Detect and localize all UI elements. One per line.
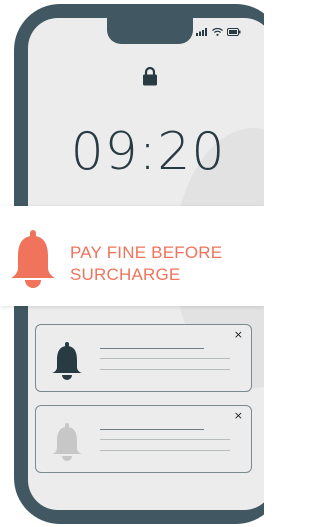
bell-icon bbox=[11, 230, 55, 288]
placeholder-line bbox=[100, 348, 204, 349]
notification-card[interactable]: × bbox=[35, 324, 252, 392]
alert-banner[interactable]: PAY FINE BEFORE SURCHARGE bbox=[0, 206, 264, 306]
placeholder-line bbox=[100, 369, 230, 370]
placeholder-line bbox=[100, 429, 204, 430]
alert-message: PAY FINE BEFORE SURCHARGE bbox=[70, 243, 223, 284]
notification-card[interactable]: × bbox=[35, 405, 252, 473]
signal-icon bbox=[196, 28, 207, 36]
status-bar bbox=[196, 28, 241, 36]
wifi-icon bbox=[212, 28, 223, 36]
close-icon[interactable]: × bbox=[234, 410, 243, 421]
close-icon[interactable]: × bbox=[234, 329, 243, 340]
bell-icon bbox=[52, 342, 82, 380]
placeholder-line bbox=[100, 439, 230, 440]
lock-icon bbox=[143, 66, 157, 86]
lock-screen-time: 09:20 bbox=[70, 122, 226, 182]
placeholder-line bbox=[100, 358, 230, 359]
bell-icon bbox=[52, 423, 82, 461]
battery-icon bbox=[227, 28, 241, 36]
phone-notch bbox=[107, 18, 193, 44]
placeholder-line bbox=[100, 450, 230, 451]
phone-illustration: 09:20 PAY FINE BEFORE SURCHARGE × × bbox=[0, 0, 264, 527]
